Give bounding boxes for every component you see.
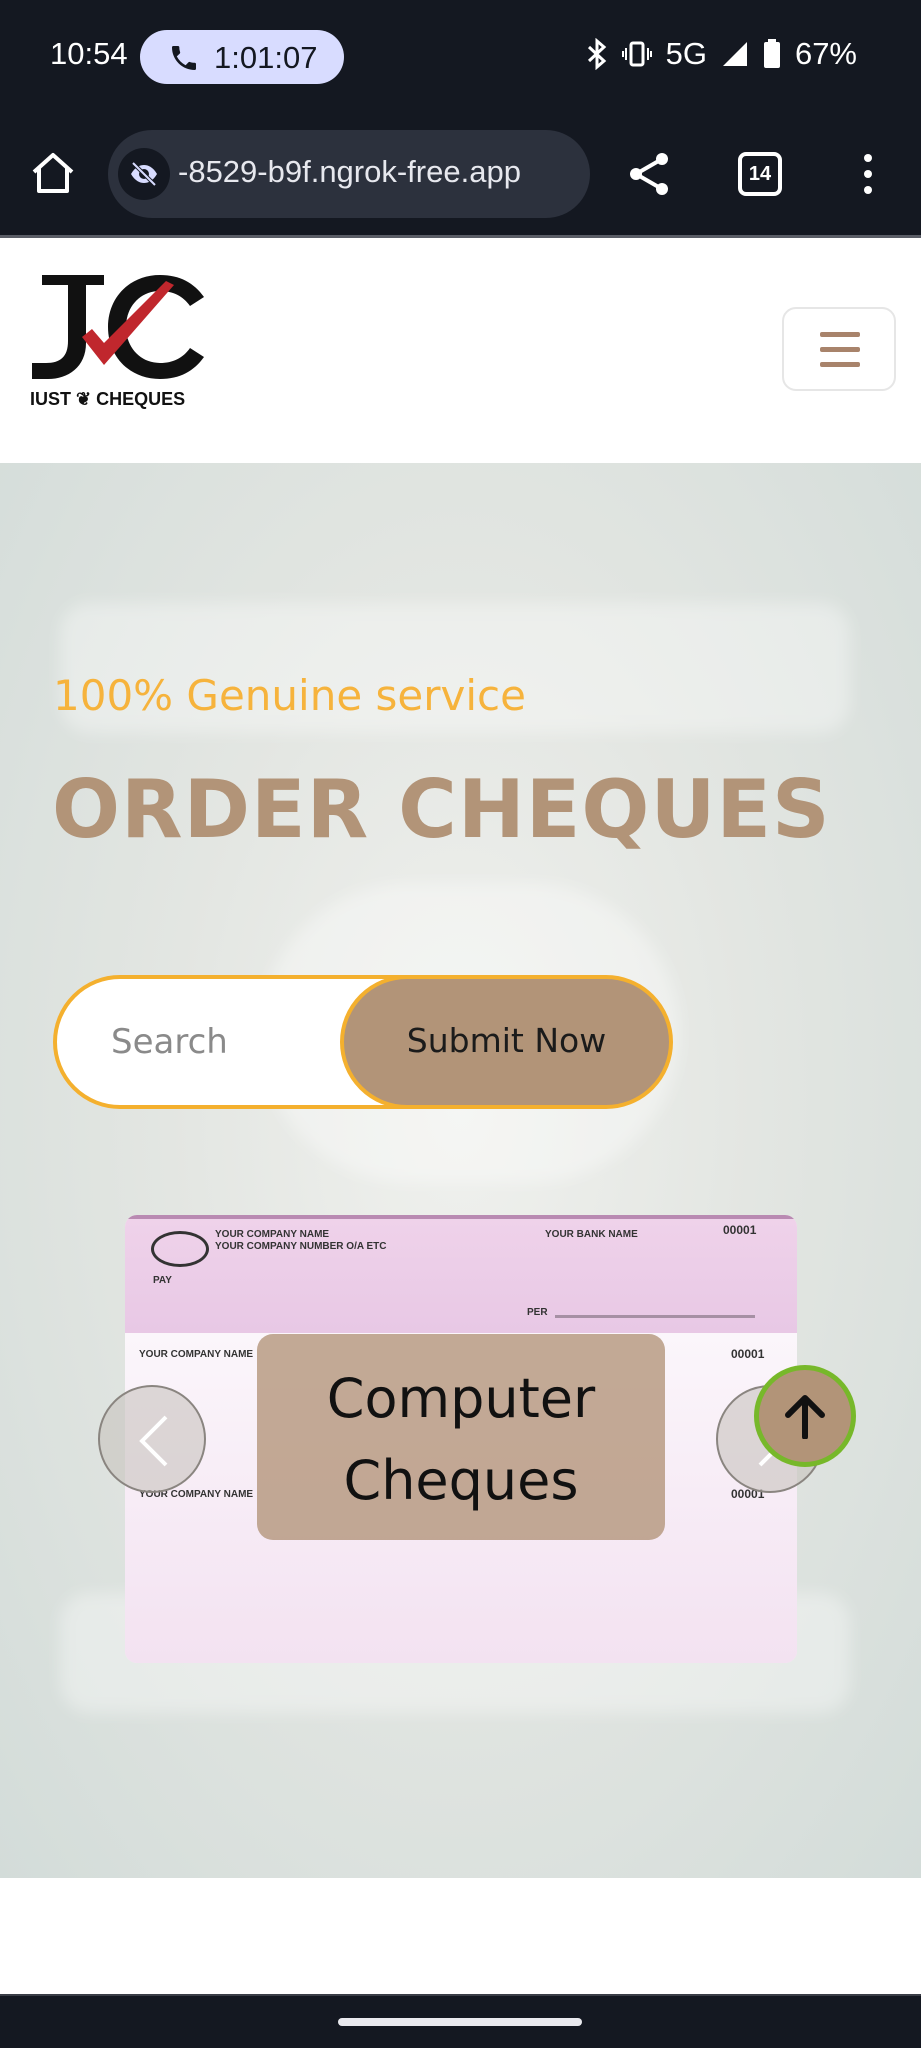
status-bar: 10:54 1:01:07 5G 67% <box>0 0 921 112</box>
status-time: 10:54 <box>50 36 128 71</box>
gesture-handle[interactable] <box>338 2018 582 2026</box>
status-icons: 5G 67% <box>586 36 857 72</box>
home-icon[interactable] <box>28 148 78 198</box>
address-bar[interactable]: -8529-b9f.ngrok-free.app <box>108 130 590 218</box>
cheque-company-number: YOUR COMPANY NUMBER O/A ETC <box>215 1241 387 1252</box>
cheque-pay-label: PAY <box>153 1275 172 1286</box>
slide-caption: Computer Cheques <box>257 1334 665 1540</box>
incognito-eye-off-icon[interactable] <box>118 148 170 200</box>
ongoing-call-chip[interactable]: 1:01:07 <box>140 30 344 84</box>
url-text: -8529-b9f.ngrok-free.app <box>178 154 521 189</box>
company-logo-seal <box>151 1231 209 1267</box>
cheque-bank-name: YOUR BANK NAME <box>545 1229 638 1240</box>
battery-icon <box>763 39 780 68</box>
call-duration: 1:01:07 <box>214 40 318 75</box>
system-navigation-bar <box>0 1994 921 2048</box>
submit-now-button[interactable]: Submit Now <box>340 975 673 1109</box>
phone-icon <box>172 46 196 70</box>
hamburger-menu-button[interactable] <box>782 307 896 391</box>
hero-section: 100% Genuine service ORDER CHEQUES Submi… <box>0 463 921 1878</box>
hamburger-line <box>820 362 860 367</box>
page-footer-area <box>0 1878 921 1994</box>
search-input[interactable] <box>111 1009 371 1075</box>
product-carousel[interactable]: YOUR COMPANY NAME YOUR COMPANY NUMBER O/… <box>125 1215 797 1663</box>
logo-wordmark: IUST ❦ CHEQUES <box>30 389 186 409</box>
cheque-image-top: YOUR COMPANY NAME YOUR COMPANY NUMBER O/… <box>125 1215 797 1333</box>
hamburger-line <box>820 332 860 337</box>
hero-title: ORDER CHEQUES <box>52 763 831 856</box>
stub-company-name: YOUR COMPANY NAME <box>139 1349 254 1360</box>
bluetooth-icon <box>587 38 606 70</box>
more-options-icon[interactable] <box>856 152 880 196</box>
signal-icon <box>722 42 747 66</box>
cheque-company-name: YOUR COMPANY NAME <box>215 1229 330 1240</box>
stub-cheque-number: 00001 <box>731 1347 765 1361</box>
arrow-up-icon <box>785 1395 825 1439</box>
share-icon[interactable] <box>626 150 674 198</box>
search-form: Submit Now <box>53 975 673 1109</box>
network-type: 5G <box>665 36 707 71</box>
back-to-top-button[interactable] <box>754 1365 856 1467</box>
hero-tagline: 100% Genuine service <box>53 671 526 720</box>
chevron-left-icon <box>139 1415 168 1467</box>
battery-percent: 67% <box>794 36 857 71</box>
cheque-per-label: PER <box>527 1307 548 1318</box>
site-header: IUST ❦ CHEQUES <box>0 241 921 463</box>
signature-line <box>555 1315 755 1318</box>
hamburger-line <box>820 347 860 352</box>
browser-toolbar: -8529-b9f.ngrok-free.app 14 <box>0 112 921 238</box>
cheque-number: 00001 <box>723 1223 757 1237</box>
slide-caption-text: Computer Cheques <box>326 1367 596 1512</box>
vibrate-icon <box>621 41 652 67</box>
carousel-prev-button[interactable] <box>98 1385 206 1493</box>
tab-switcher-button[interactable]: 14 <box>738 152 782 196</box>
just-cheques-logo[interactable] <box>24 267 210 387</box>
